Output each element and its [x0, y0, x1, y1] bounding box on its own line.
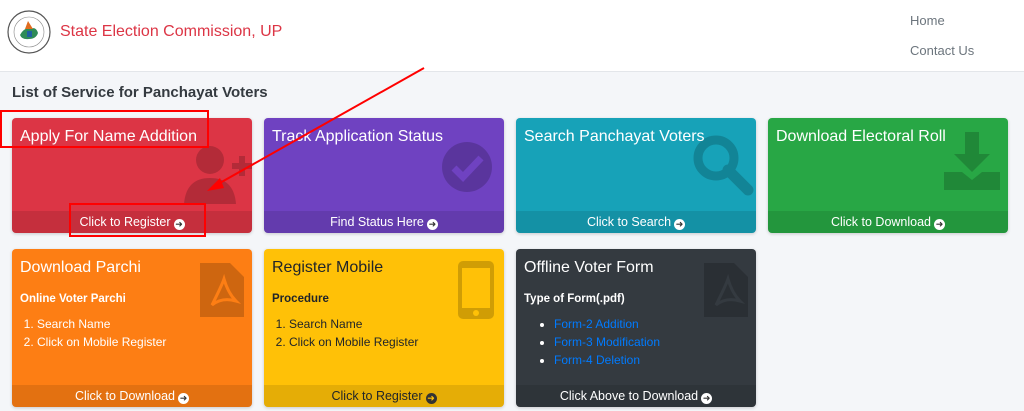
- annotation-arrow: [207, 67, 425, 191]
